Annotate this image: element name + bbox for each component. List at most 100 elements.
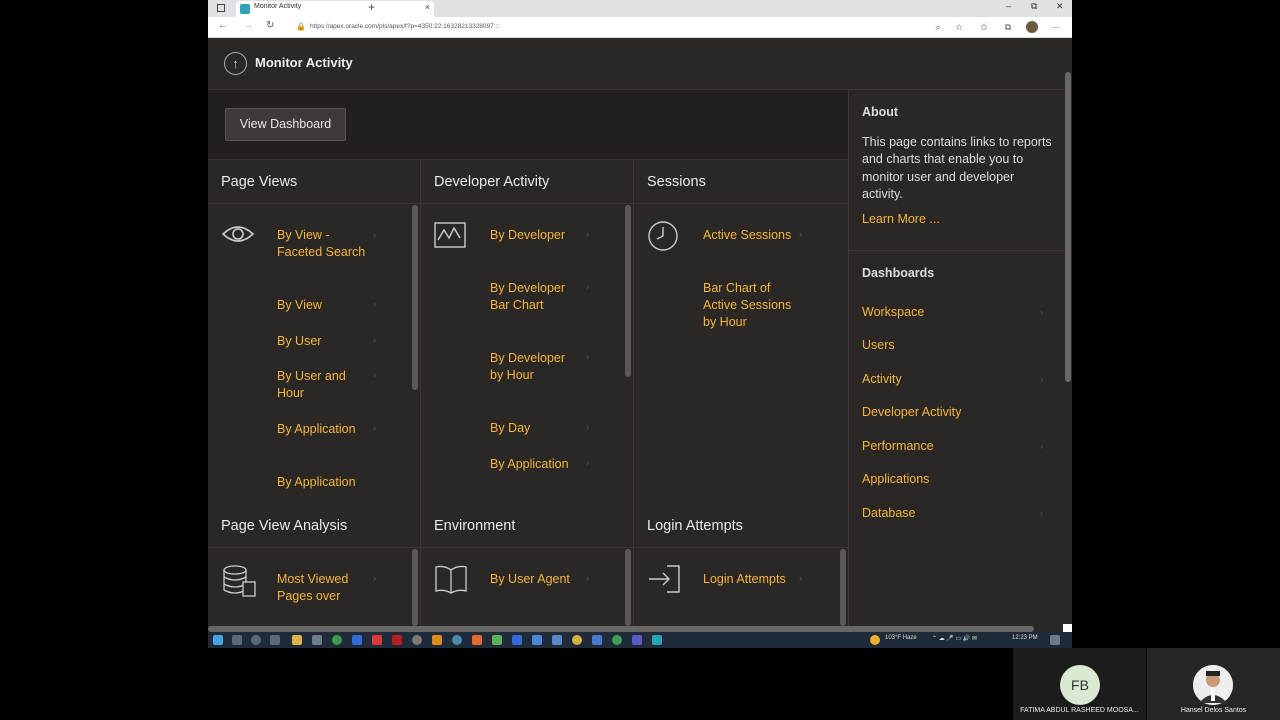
link-by-day[interactable]: By Day	[490, 420, 580, 437]
office-icon[interactable]	[472, 635, 482, 645]
link-by-view-faceted-search[interactable]: By View - Faceted Search	[277, 227, 367, 261]
participant-tile: Hansel Delos Santos	[1147, 648, 1280, 720]
link-by-application[interactable]: By Application	[277, 421, 367, 438]
apex-page: ↑ Monitor Activity View Dashboard Page V…	[208, 38, 1065, 626]
dashboard-developer-activity[interactable]: Developer Activity	[862, 405, 961, 419]
scrollbar[interactable]	[840, 549, 846, 626]
card-developer-activity: Developer Activity By Developer › By Dev…	[421, 160, 633, 504]
dashboard-database[interactable]: Database	[862, 506, 916, 520]
close-window-icon[interactable]: ✕	[1056, 1, 1064, 12]
url-field[interactable]: https://apex.oracle.com/pls/apex/f?p=435…	[310, 23, 499, 30]
link-by-user[interactable]: By User	[277, 333, 367, 350]
teams-icon[interactable]	[632, 635, 642, 645]
page-vertical-scrollbar[interactable]	[1064, 38, 1072, 626]
chevron-right-icon: ›	[373, 573, 377, 584]
divider	[849, 250, 1065, 251]
start-icon[interactable]	[213, 635, 223, 645]
learn-more-link[interactable]: Learn More ...	[862, 212, 940, 226]
view-dashboard-button[interactable]: View Dashboard	[225, 108, 346, 141]
chevron-right-icon: ›	[1040, 307, 1043, 317]
new-tab-icon[interactable]: +	[368, 0, 375, 14]
favorites-icon[interactable]: ✩	[978, 21, 990, 33]
system-tray-icons[interactable]: ⌃ ☁ 🎤 ▭ 🔊 ✉	[932, 635, 977, 642]
link-by-developer[interactable]: By Developer	[490, 227, 580, 244]
card-page-view-analysis: Page View Analysis Most Viewed Pages ove…	[208, 504, 420, 626]
file-explorer-icon[interactable]	[292, 635, 302, 645]
favorite-star-icon[interactable]: ☆	[953, 21, 965, 33]
maximize-icon[interactable]: ⧉	[1031, 1, 1037, 12]
link-by-application-2[interactable]: By Application	[277, 474, 367, 491]
clock-icon	[648, 221, 678, 251]
zoom-icon[interactable]: ⌕	[932, 21, 944, 33]
chevron-right-icon: ›	[373, 335, 377, 346]
minimize-icon[interactable]: –	[1006, 1, 1011, 11]
facebook-icon[interactable]	[352, 635, 362, 645]
dashboard-workspace[interactable]: Workspace	[862, 305, 924, 319]
card-title: Page Views	[221, 174, 298, 190]
mail-icon[interactable]	[552, 635, 562, 645]
arrow-up-icon[interactable]: ↑	[224, 52, 247, 75]
clock-text[interactable]: 12:23 PM	[1012, 635, 1038, 641]
app-icon[interactable]	[492, 635, 502, 645]
link-login-attempts[interactable]: Login Attempts	[703, 571, 793, 588]
weather-icon[interactable]	[870, 635, 880, 645]
scrollbar-thumb[interactable]	[1065, 72, 1071, 382]
activity-chart-icon	[434, 222, 466, 248]
edge-icon[interactable]	[652, 635, 662, 645]
scrollbar[interactable]	[625, 549, 631, 626]
youtube-icon[interactable]	[372, 635, 382, 645]
tab-actions-icon[interactable]	[217, 4, 225, 12]
link-by-user-and-hour[interactable]: By User and Hour	[277, 368, 367, 402]
chrome-icon[interactable]	[332, 635, 342, 645]
more-icon[interactable]: ⋯	[1050, 21, 1062, 33]
globe-icon[interactable]	[452, 635, 462, 645]
app-icon[interactable]	[592, 635, 602, 645]
link-by-developer-bar-chart[interactable]: By Developer Bar Chart	[490, 280, 580, 314]
collections-icon[interactable]: ⧉	[1002, 21, 1014, 33]
dashboard-applications[interactable]: Applications	[862, 472, 929, 486]
link-most-viewed-pages[interactable]: Most Viewed Pages over	[277, 571, 367, 605]
chevron-right-icon: ›	[586, 352, 590, 363]
chevron-right-icon: ›	[799, 229, 803, 240]
chevron-right-icon: ›	[586, 282, 590, 293]
link-dev-by-application[interactable]: By Application	[490, 456, 580, 473]
dashboard-activity[interactable]: Activity	[862, 372, 902, 386]
notifications-icon[interactable]	[1050, 635, 1060, 645]
browser-tab[interactable]: Monitor Activity ×	[236, 1, 434, 17]
cortana-icon[interactable]	[251, 635, 261, 645]
avatar: FB	[1060, 665, 1100, 705]
spotify-icon[interactable]	[432, 635, 442, 645]
about-heading: About	[862, 105, 899, 119]
participant-tile: FB FATIMA ABDUL RASHEED MOOSA...	[1013, 648, 1146, 720]
link-by-developer-by-hour[interactable]: By Developer by Hour	[490, 350, 580, 384]
profile-avatar[interactable]	[1026, 21, 1038, 33]
netflix-icon[interactable]	[392, 635, 402, 645]
scrollbar[interactable]	[412, 549, 418, 626]
eye-icon	[221, 226, 255, 242]
chevron-right-icon: ›	[586, 422, 590, 433]
app-icon[interactable]	[532, 635, 542, 645]
forward-icon[interactable]: →	[243, 20, 253, 31]
weather-text[interactable]: 103°F Haze	[885, 635, 917, 641]
dashboard-performance[interactable]: Performance	[862, 439, 934, 453]
dashboard-users[interactable]: Users	[862, 338, 895, 352]
sidebar: About This page contains links to report…	[848, 90, 1065, 626]
close-tab-icon[interactable]: ×	[425, 2, 430, 12]
scrollbar[interactable]	[625, 205, 631, 377]
chevron-right-icon: ›	[373, 370, 377, 381]
refresh-icon[interactable]: ↻	[266, 20, 274, 31]
media-icon[interactable]	[412, 635, 422, 645]
chrome-icon[interactable]	[612, 635, 622, 645]
search-icon[interactable]	[232, 635, 242, 645]
task-view-icon[interactable]	[270, 635, 280, 645]
link-by-user-agent[interactable]: By User Agent	[490, 571, 580, 588]
link-active-sessions[interactable]: Active Sessions	[703, 227, 793, 244]
link-by-view[interactable]: By View	[277, 297, 367, 314]
edge-icon[interactable]	[512, 635, 522, 645]
about-text: This page contains links to reports and …	[862, 135, 1052, 201]
scrollbar[interactable]	[412, 205, 418, 390]
app-icon[interactable]	[572, 635, 582, 645]
store-icon[interactable]	[312, 635, 322, 645]
link-bar-chart-active-sessions[interactable]: Bar Chart of Active Sessions by Hour	[703, 280, 793, 331]
back-icon[interactable]: ←	[218, 20, 228, 31]
